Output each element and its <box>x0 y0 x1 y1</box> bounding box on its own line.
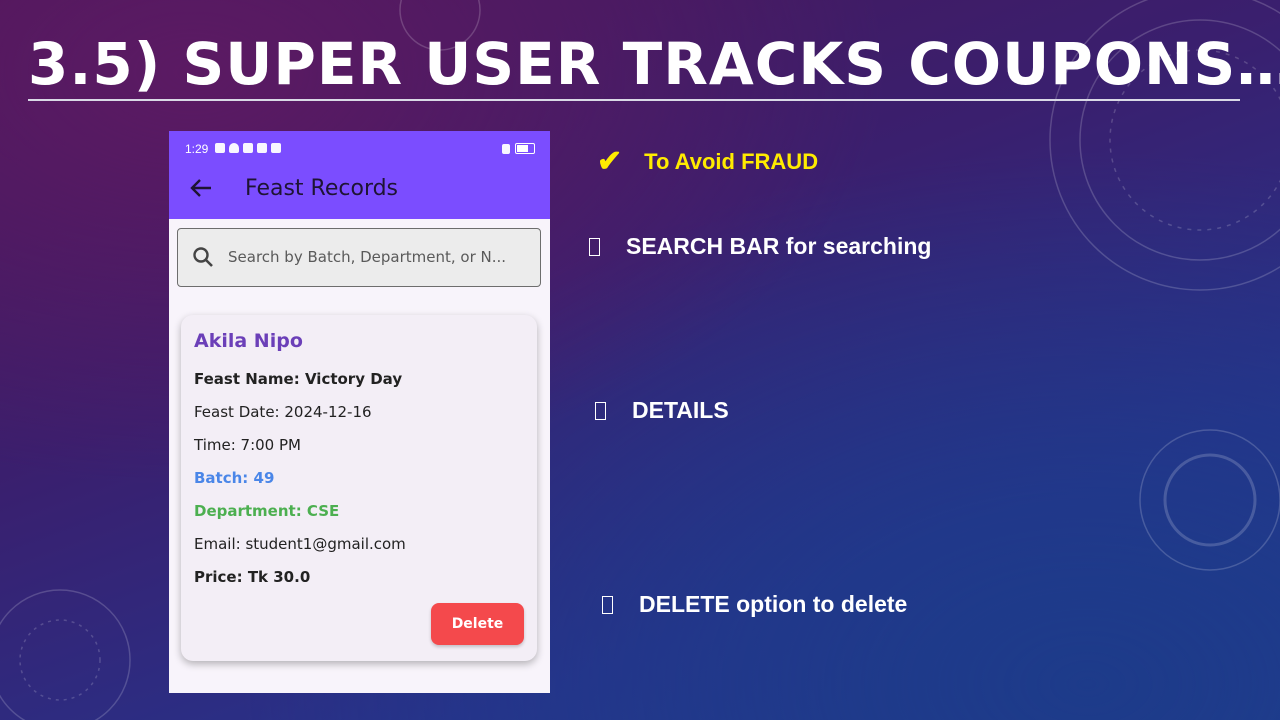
status-time: 1:29 <box>185 142 209 156</box>
bullet-fraud-text: To Avoid FRAUD <box>644 149 819 174</box>
title-underline <box>28 99 1240 101</box>
search-bar[interactable] <box>177 228 541 287</box>
wifi-icon <box>229 143 239 153</box>
battery-icon <box>515 143 535 154</box>
record-email: Email: student1@gmail.com <box>194 535 406 553</box>
delete-button[interactable]: Delete <box>431 603 524 645</box>
search-input[interactable] <box>228 245 528 269</box>
record-feast-name: Feast Name: Victory Day <box>194 370 403 388</box>
record-time: Time: 7:00 PM <box>194 436 301 454</box>
phone-screenshot: 1:29 Feast Records Akila Nipo Fe <box>169 131 550 693</box>
bullet-delete-text: DELETE option to delete <box>639 591 908 617</box>
back-arrow-icon[interactable] <box>189 178 213 198</box>
app-icon <box>257 143 267 153</box>
bullet-search-text: SEARCH BAR for searching <box>626 233 932 259</box>
shield-icon <box>243 143 253 153</box>
record-price: Price: Tk 30.0 <box>194 568 311 586</box>
notification-icon <box>215 143 225 153</box>
notification-icons <box>215 143 281 153</box>
gmail-icon <box>271 143 281 153</box>
record-department: Department: CSE <box>194 502 340 520</box>
status-bar: 1:29 <box>185 142 535 158</box>
app-bar: 1:29 Feast Records <box>169 131 550 219</box>
bullet-details-text: DETAILS <box>632 397 729 423</box>
bullet-box-icon <box>589 237 600 256</box>
bullet-box-icon <box>595 401 606 420</box>
search-icon <box>193 247 213 267</box>
record-feast-date: Feast Date: 2024-12-16 <box>194 403 372 421</box>
feast-record-card: Akila Nipo Feast Name: Victory Day Feast… <box>181 315 537 661</box>
record-student-name: Akila Nipo <box>194 330 303 352</box>
bullet-delete: DELETE option to delete <box>602 591 907 618</box>
vibrate-icon <box>502 143 510 154</box>
checkmark-icon: ✔ <box>597 145 623 178</box>
slide-title: 3.5) SUPER USER TRACKS COUPONS… <box>28 30 1280 98</box>
system-icons <box>502 143 535 154</box>
record-batch: Batch: 49 <box>194 469 275 487</box>
bullet-fraud: ✔ To Avoid FRAUD <box>597 147 818 177</box>
bullet-search: SEARCH BAR for searching <box>589 233 931 260</box>
bullet-box-icon <box>602 595 613 614</box>
screen-title: Feast Records <box>245 176 399 201</box>
bullet-details: DETAILS <box>595 397 729 424</box>
